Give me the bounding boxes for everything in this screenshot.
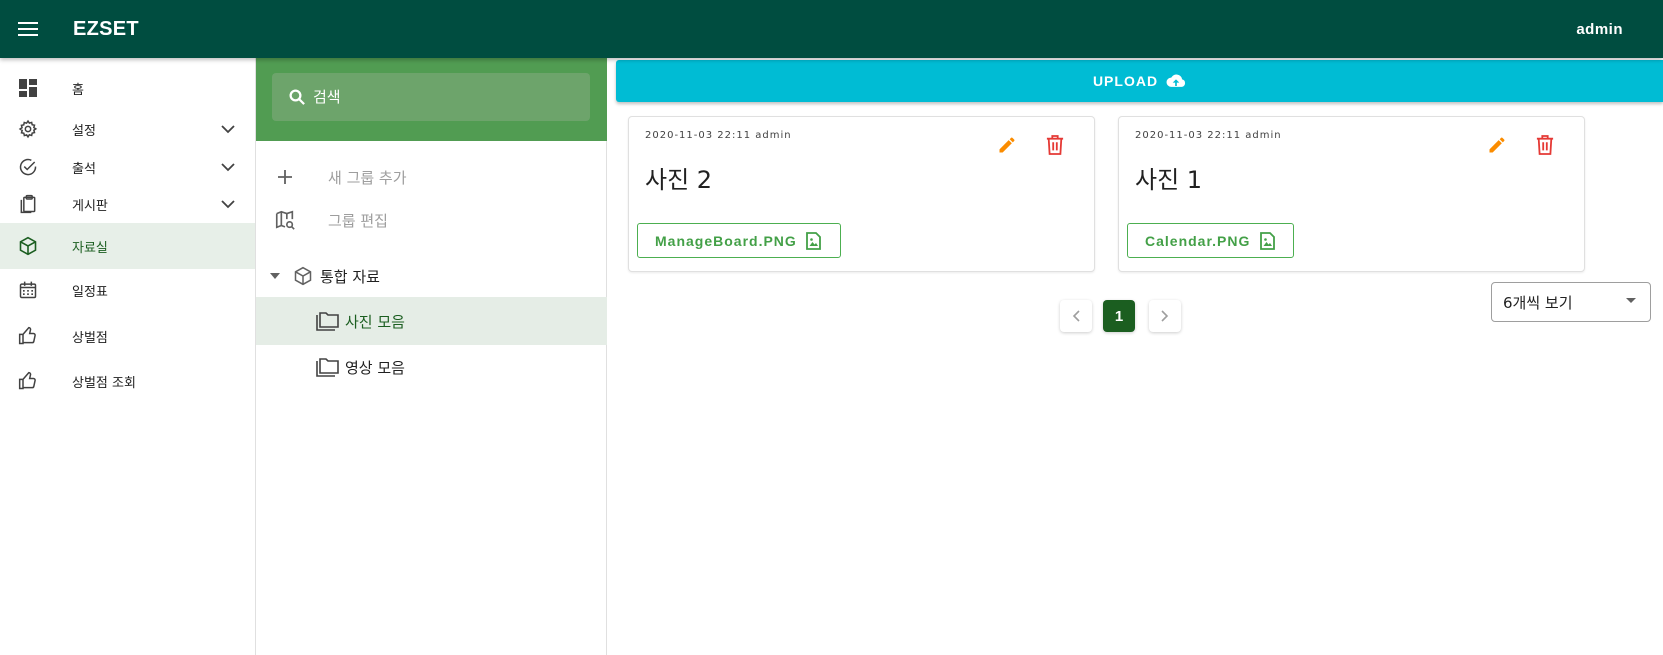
nav-item-label: 자료실 [72, 240, 108, 256]
nav-item-label: 홈 [72, 82, 84, 98]
edit-icon[interactable] [1483, 131, 1511, 159]
search-input[interactable] [313, 88, 573, 106]
app-bar: EZSET admin [0, 0, 1663, 58]
nav-item-label: 일정표 [72, 284, 108, 300]
tree-folder-photos[interactable]: 사진 모음 [256, 297, 607, 345]
attachment-filename: ManageBoard.PNG [655, 232, 797, 249]
dashboard-icon [17, 77, 39, 99]
edit-group-label: 그룹 편집 [328, 211, 388, 230]
main-content: UPLOAD 2020-11-03 22:11 admin 사진 2 Manag… [607, 58, 1663, 655]
app-title: EZSET [73, 17, 139, 40]
delete-icon[interactable] [1531, 131, 1559, 159]
tree-root-integrated[interactable]: 통합 자료 [256, 252, 607, 300]
clipboard-icon [17, 193, 39, 215]
image-file-icon [1258, 231, 1276, 250]
post-meta: 2020-11-03 22:11 admin [645, 130, 792, 141]
folders-icon [316, 355, 340, 379]
post-meta: 2020-11-03 22:11 admin [1135, 130, 1282, 141]
add-group-button[interactable]: 새 그룹 추가 [256, 153, 607, 201]
upload-label: UPLOAD [1092, 73, 1159, 89]
post-title: 사진 1 [1135, 166, 1203, 194]
chevron-right-icon [1161, 310, 1169, 322]
tree-folder-label: 사진 모음 [345, 312, 405, 331]
folders-icon [316, 309, 340, 333]
nav-item-label: 게시판 [72, 198, 108, 214]
nav-item-merit-lookup[interactable]: 상벌점 조회 [0, 358, 255, 404]
image-file-icon [805, 231, 823, 250]
per-page-value: 6개씩 보기 [1503, 293, 1573, 312]
nav-item-merit[interactable]: 상벌점 [0, 313, 255, 359]
check-circle-icon [17, 156, 39, 178]
add-group-label: 새 그룹 추가 [328, 168, 407, 187]
caret-down-icon[interactable] [270, 271, 280, 281]
cloud-upload-icon [1166, 71, 1186, 91]
chevron-left-icon [1072, 310, 1080, 322]
attachment-filename: Calendar.PNG [1145, 232, 1251, 249]
map-search-icon [273, 208, 297, 232]
upload-button[interactable]: UPLOAD [616, 60, 1663, 102]
post-card: 2020-11-03 22:11 admin 사진 1 Calendar.PNG [1118, 116, 1585, 272]
nav-item-archive[interactable]: 자료실 [0, 223, 255, 269]
tree-folder-label: 영상 모음 [345, 358, 405, 377]
nav-drawer: 홈 설정 출석 게시판 자료실 일정표 상벌점 상벌점 조회 [0, 58, 256, 655]
chevron-down-icon[interactable] [219, 158, 237, 176]
nav-item-label: 상벌점 조회 [72, 375, 136, 391]
thumb-up-icon [17, 370, 39, 392]
menu-icon[interactable] [16, 17, 40, 41]
per-page-select[interactable]: 6개씩 보기 [1491, 282, 1651, 322]
post-card: 2020-11-03 22:11 admin 사진 2 ManageBoard.… [628, 116, 1095, 272]
next-page-button[interactable] [1149, 300, 1181, 332]
nav-item-label: 출석 [72, 161, 96, 177]
tree-root-label: 통합 자료 [320, 267, 380, 286]
chevron-down-icon[interactable] [219, 195, 237, 213]
nav-item-home[interactable]: 홈 [0, 65, 255, 111]
group-panel: 새 그룹 추가 그룹 편집 통합 자료 사진 모음 영상 모음 [256, 58, 607, 655]
nav-item-label: 상벌점 [72, 330, 108, 346]
prev-page-button[interactable] [1060, 300, 1092, 332]
nav-item-board[interactable]: 게시판 [0, 181, 255, 227]
cube-icon [292, 265, 314, 287]
nav-item-label: 설정 [72, 123, 96, 139]
user-name[interactable]: admin [1576, 21, 1623, 38]
chevron-down-icon[interactable] [219, 120, 237, 138]
tree-folder-videos[interactable]: 영상 모음 [256, 343, 607, 391]
edit-group-button[interactable]: 그룹 편집 [256, 196, 607, 244]
calendar-icon [17, 279, 39, 301]
thumb-up-icon [17, 325, 39, 347]
delete-icon[interactable] [1041, 131, 1069, 159]
attachment-button[interactable]: Calendar.PNG [1127, 223, 1295, 258]
gear-icon [17, 118, 39, 140]
caret-down-icon [1626, 298, 1636, 303]
plus-icon [273, 165, 297, 189]
edit-icon[interactable] [993, 131, 1021, 159]
attachment-button[interactable]: ManageBoard.PNG [637, 223, 841, 258]
search-icon [286, 86, 308, 108]
page-button-current[interactable]: 1 [1103, 300, 1135, 332]
post-title: 사진 2 [645, 166, 713, 194]
search-box[interactable] [272, 73, 590, 121]
cube-icon [17, 235, 39, 257]
search-area [256, 58, 607, 141]
nav-item-schedule[interactable]: 일정표 [0, 267, 255, 313]
